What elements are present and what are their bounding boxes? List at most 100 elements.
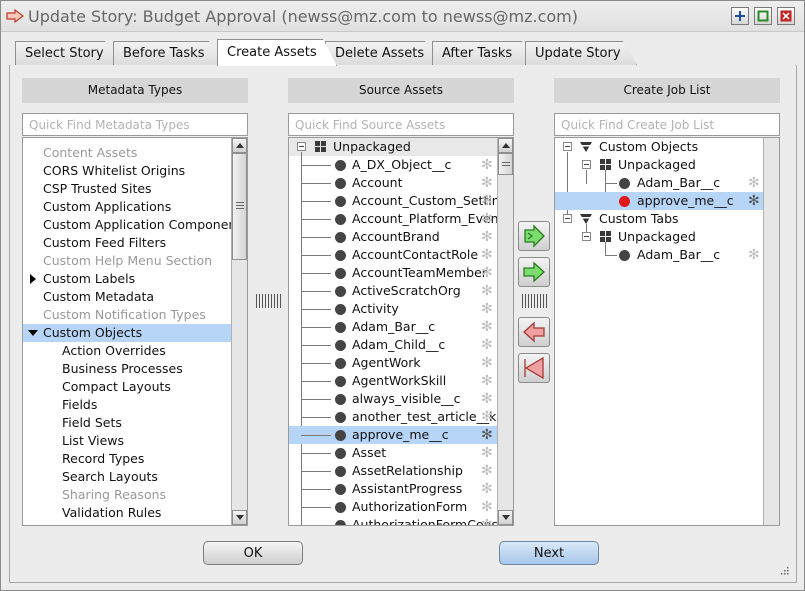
metadata-type-item[interactable]: Field Sets bbox=[23, 414, 232, 432]
metadata-search-input[interactable]: Quick Find Metadata Types bbox=[22, 113, 248, 136]
asterisk-icon[interactable]: ✻ bbox=[481, 246, 493, 264]
scroll-up-button[interactable] bbox=[498, 138, 513, 153]
asterisk-icon[interactable]: ✻ bbox=[481, 372, 493, 390]
metadata-type-item[interactable]: Custom Applications bbox=[23, 198, 232, 216]
source-asset-item[interactable]: AuthorizationForm ✻ bbox=[289, 498, 498, 516]
scroll-up-button[interactable] bbox=[232, 138, 247, 153]
tab-delete-assets[interactable]: Delete Assets bbox=[325, 41, 439, 65]
source-asset-item[interactable]: Activity ✻ bbox=[289, 300, 498, 318]
asterisk-icon[interactable]: ✻ bbox=[481, 228, 493, 246]
job-list-scrollbar[interactable] bbox=[763, 138, 779, 525]
expanded-triangle-icon[interactable] bbox=[28, 330, 38, 336]
scroll-down-button[interactable] bbox=[232, 510, 247, 525]
tab-create-assets[interactable]: Create Assets bbox=[217, 39, 337, 66]
metadata-scrollbar[interactable] bbox=[231, 138, 247, 525]
add-icon[interactable] bbox=[731, 7, 749, 25]
collapse-toggle[interactable] bbox=[297, 142, 306, 151]
asterisk-icon[interactable]: ✻ bbox=[481, 318, 493, 336]
collapsed-triangle-icon[interactable] bbox=[30, 274, 36, 284]
source-asset-item[interactable]: ActiveScratchOrg ✻ bbox=[289, 282, 498, 300]
source-asset-item[interactable]: AssetRelationship ✻ bbox=[289, 462, 498, 480]
splitter-handle[interactable] bbox=[255, 294, 282, 308]
asterisk-icon[interactable]: ✻ bbox=[748, 192, 760, 210]
splitter-handle[interactable] bbox=[521, 294, 548, 308]
metadata-type-item[interactable]: Search Layouts bbox=[23, 468, 232, 486]
maximize-icon[interactable] bbox=[754, 7, 772, 25]
remove-all-button[interactable] bbox=[518, 353, 550, 383]
source-asset-item[interactable]: AuthorizationFormConsent✻ bbox=[289, 516, 498, 525]
metadata-type-item[interactable]: Action Overrides bbox=[23, 342, 232, 360]
metadata-type-item[interactable]: List Views bbox=[23, 432, 232, 450]
tab-select-story[interactable]: Select Story bbox=[15, 41, 119, 65]
asterisk-icon[interactable]: ✻ bbox=[481, 426, 493, 444]
collapse-toggle[interactable] bbox=[582, 232, 591, 241]
source-root-row[interactable]: Unpackaged bbox=[289, 138, 498, 156]
metadata-type-item[interactable]: Custom Objects bbox=[23, 324, 232, 342]
metadata-type-item[interactable]: Custom Metadata bbox=[23, 288, 232, 306]
asterisk-icon[interactable]: ✻ bbox=[481, 462, 493, 480]
asterisk-icon[interactable]: ✻ bbox=[481, 390, 493, 408]
asterisk-icon[interactable]: ✻ bbox=[748, 246, 760, 264]
source-asset-item[interactable]: AccountBrand ✻ bbox=[289, 228, 498, 246]
metadata-type-item[interactable]: Validation Rules bbox=[23, 504, 232, 522]
metadata-type-item[interactable]: Content Assets bbox=[23, 144, 232, 162]
metadata-type-item[interactable]: CSP Trusted Sites bbox=[23, 180, 232, 198]
source-asset-item[interactable]: AgentWork ✻ bbox=[289, 354, 498, 372]
source-asset-item[interactable]: Asset ✻ bbox=[289, 444, 498, 462]
asterisk-icon[interactable]: ✻ bbox=[481, 498, 493, 516]
metadata-type-item[interactable]: Custom Notification Types bbox=[23, 306, 232, 324]
asterisk-icon[interactable]: ✻ bbox=[481, 300, 493, 318]
resize-grip-icon[interactable] bbox=[779, 565, 789, 575]
tab-update-story[interactable]: Update Story bbox=[525, 41, 637, 65]
job-tree-custom-objects[interactable]: Custom Objects bbox=[555, 138, 764, 156]
source-asset-item[interactable]: Adam_Bar__c ✻ bbox=[289, 318, 498, 336]
job-list-search-input[interactable]: Quick Find Create Job List bbox=[554, 113, 780, 136]
job-tree-unpackaged[interactable]: Unpackaged bbox=[555, 228, 764, 246]
asterisk-icon[interactable]: ✻ bbox=[481, 210, 493, 228]
job-tree-unpackaged[interactable]: Unpackaged bbox=[555, 156, 764, 174]
asterisk-icon[interactable]: ✻ bbox=[481, 408, 493, 426]
source-asset-item[interactable]: AgentWorkSkill ✻ bbox=[289, 372, 498, 390]
source-asset-item[interactable]: Account_Custom_Settings ✻ bbox=[289, 192, 498, 210]
source-asset-item[interactable]: another_test_article__kav ✻ bbox=[289, 408, 498, 426]
scroll-thumb[interactable] bbox=[498, 153, 513, 175]
metadata-type-item[interactable]: Custom Application Components bbox=[23, 216, 247, 234]
asterisk-icon[interactable]: ✻ bbox=[481, 192, 493, 210]
metadata-type-item[interactable]: Custom Labels bbox=[23, 270, 232, 288]
close-icon[interactable] bbox=[777, 7, 795, 25]
tab-after-tasks[interactable]: After Tasks bbox=[432, 41, 536, 65]
asterisk-icon[interactable]: ✻ bbox=[481, 444, 493, 462]
metadata-type-item[interactable]: Custom Feed Filters bbox=[23, 234, 232, 252]
metadata-type-item[interactable]: Record Types bbox=[23, 450, 232, 468]
source-scrollbar[interactable] bbox=[497, 138, 513, 525]
source-asset-item[interactable]: A_DX_Object__c ✻ bbox=[289, 156, 498, 174]
scroll-thumb[interactable] bbox=[232, 153, 247, 260]
job-tree-item[interactable]: Adam_Bar__c ✻ bbox=[555, 174, 764, 192]
scroll-down-button[interactable] bbox=[498, 510, 513, 525]
add-selected-button[interactable] bbox=[518, 257, 550, 287]
metadata-type-item[interactable]: Custom Help Menu Section bbox=[23, 252, 232, 270]
collapse-toggle[interactable] bbox=[582, 160, 591, 169]
source-asset-item[interactable]: AccountTeamMember ✻ bbox=[289, 264, 498, 282]
metadata-type-item[interactable]: Fields bbox=[23, 396, 232, 414]
add-all-button[interactable] bbox=[518, 221, 550, 251]
source-asset-item[interactable]: always_visible__c ✻ bbox=[289, 390, 498, 408]
asterisk-icon[interactable]: ✻ bbox=[481, 174, 493, 192]
metadata-type-item[interactable]: Compact Layouts bbox=[23, 378, 232, 396]
asterisk-icon[interactable]: ✻ bbox=[748, 174, 760, 192]
ok-button[interactable]: OK bbox=[203, 541, 303, 565]
job-tree-item-selected[interactable]: approve_me__c ✻ bbox=[555, 192, 764, 210]
metadata-type-item[interactable]: Sharing Reasons bbox=[23, 486, 232, 504]
asterisk-icon[interactable]: ✻ bbox=[481, 354, 493, 372]
metadata-type-item[interactable]: CORS Whitelist Origins bbox=[23, 162, 232, 180]
job-tree-item[interactable]: Adam_Bar__c ✻ bbox=[555, 246, 764, 264]
asterisk-icon[interactable]: ✻ bbox=[481, 516, 493, 525]
asterisk-icon[interactable]: ✻ bbox=[481, 156, 493, 174]
remove-selected-button[interactable] bbox=[518, 317, 550, 347]
asterisk-icon[interactable]: ✻ bbox=[481, 264, 493, 282]
source-asset-item[interactable]: approve_me__c ✻ bbox=[289, 426, 498, 444]
asterisk-icon[interactable]: ✻ bbox=[481, 336, 493, 354]
source-search-input[interactable]: Quick Find Source Assets bbox=[288, 113, 514, 136]
source-asset-item[interactable]: Account ✻ bbox=[289, 174, 498, 192]
asterisk-icon[interactable]: ✻ bbox=[481, 480, 493, 498]
